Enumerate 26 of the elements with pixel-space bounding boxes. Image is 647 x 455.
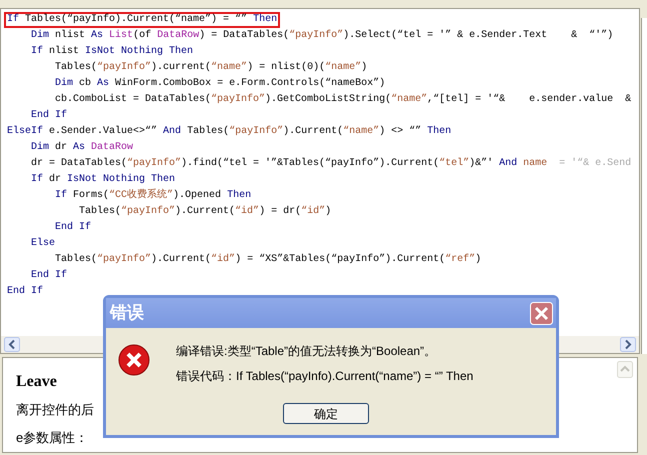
code-line: Tables(“payInfo”).current(“name”) = nlist(0)(“name”) <box>54 60 368 75</box>
code-line: End If <box>30 108 68 123</box>
error-code: 错误代码：If Tables(“payInfo).Current(“name”) = “” Then <box>176 368 474 385</box>
code-line: End If <box>6 284 44 299</box>
code-line: Tables(“payInfo”).Current(“id”) = dr(“id”) <box>78 204 332 219</box>
code-line: ElseIf e.Sender.Value<>“” And Tables(“payInfo”).Current(“name”) <> “” Then <box>6 124 452 139</box>
error-message: 编译错误:类型“Table”的值无法转换为“Boolean”。 <box>176 343 438 360</box>
code-line: Dim cb As WinForm.ComboBox = e.Form.Controls(“nameBox”) <box>54 76 386 91</box>
help-title: Leave <box>16 372 57 392</box>
error-icon <box>118 344 150 376</box>
help-text: e参数属性： <box>16 430 88 446</box>
code-line: cb.ComboList = DataTables(“payInfo”).GetComboListString(“name”,“[tel] = '“& e.sender.value & <box>54 92 632 107</box>
dialog-title: 错误 <box>110 302 144 324</box>
code-line: Dim dr As DataRow <box>30 140 134 155</box>
code-line: If dr IsNot Nothing Then <box>30 172 176 187</box>
close-icon[interactable] <box>530 302 553 324</box>
code-line: End If <box>30 268 68 283</box>
code-line: If Forms(“CC收费系统”).Opened Then <box>54 188 252 203</box>
code-line: Tables(“payInfo”).Current(“id”) = “XS”&Tables(“payInfo”).Current(“ref”) <box>54 252 482 267</box>
code-line: If nlist IsNot Nothing Then <box>30 44 194 59</box>
ok-button[interactable]: 确定 <box>283 403 369 424</box>
help-text: 离开控件的后 <box>16 402 94 418</box>
code-line: End If <box>54 220 92 235</box>
code-line: dr = DataTables(“payInfo”).find(“tel = '”&Tables(“payInfo”).Current(“tel”)&”' And name = '“& e.Send <box>30 156 632 171</box>
code-line: Else <box>30 236 56 251</box>
code-line: Dim nlist As List(of DataRow) = DataTables(“payInfo”).Select(“tel = '” & e.Sender.Text & “'”) <box>30 28 614 43</box>
